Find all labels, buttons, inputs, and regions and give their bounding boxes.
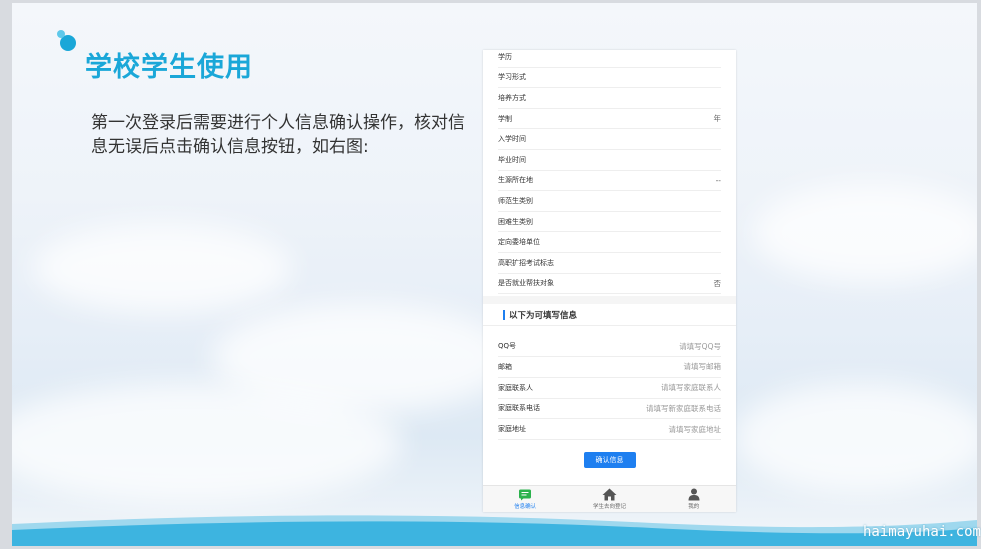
info-row: 高职扩招考试标志 [498,253,721,274]
field-label: 家庭联系人 [498,383,533,392]
info-value: 否 [713,278,722,288]
editable-row[interactable]: 家庭地址 请填写家庭地址 [498,419,722,441]
cloud [32,223,292,313]
info-value: -- [715,175,721,185]
tab-label: 学生去向登记 [592,504,626,510]
editable-row[interactable]: QQ号 请填写QQ号 [498,336,721,357]
decor-dot [57,30,65,38]
info-label: 是否就业帮扶对象 [498,279,554,288]
field-input[interactable]: 请填写新家庭联系电话 [646,403,721,414]
section-title: 以下为可填写信息 [509,310,578,321]
phone-screenshot: 学历学习形式培养方式学制 年入学时间毕业时间生源所在地 -- 师范生类别困难生类别定向… [483,50,736,512]
info-label: 培养方式 [498,93,526,102]
field-input[interactable]: 请填写QQ号 [679,341,721,352]
cloud [752,183,977,283]
field-input[interactable]: 请填写家庭联系人 [661,382,721,393]
info-label: 毕业时间 [498,155,526,164]
slide-title: 学校学生使用 [85,52,253,83]
info-row: 学制 年 [498,109,721,130]
info-label: 定向委培单位 [498,238,540,247]
editable-row[interactable]: 邮箱 请填写邮箱 [498,357,721,378]
info-label: 学习形式 [498,73,526,82]
bottom-tab-bar: 信息确认 学生去向登记 我的 [483,485,736,512]
field-input[interactable]: 请填写邮箱 [684,361,722,372]
tab-label: 我的 [688,504,700,510]
field-input[interactable]: 请填写家庭地址 [669,424,722,435]
info-row: 定向委培单位 [498,232,721,253]
cloud [732,383,977,493]
info-label: 高职扩招考试标志 [498,258,554,267]
info-row: 学习形式 [498,68,721,89]
field-label: QQ号 [498,342,517,351]
info-row: 毕业时间 [498,150,721,171]
info-label: 学历 [498,52,512,61]
field-label: 邮箱 [498,362,512,371]
tab-mine[interactable]: 我的 [654,488,734,510]
watermark-text: haimayuhai.com [862,524,981,540]
field-label: 家庭地址 [498,425,526,434]
info-label: 学制 [498,114,512,123]
slide-description: 第一次登录后需要进行个人信息确认操作，核对信息无误后点击确认信息按钮，如右图: [91,113,465,157]
info-row: 师范生类别 [498,191,721,212]
home-icon [602,488,617,501]
info-label: 生源所在地 [498,176,533,185]
tab-label: 信息确认 [514,503,537,510]
tab-destination-register[interactable]: 学生去向登记 [569,488,649,510]
editable-row[interactable]: 家庭联系电话 请填写新家庭联系电话 [498,399,721,420]
info-row: 是否就业帮扶对象 否 [498,274,721,295]
confirm-info-button[interactable]: 确认信息 [583,452,636,469]
info-row: 困难生类别 [498,212,721,233]
cloud [12,383,402,503]
user-icon [688,488,700,501]
info-row: 学历 [498,50,721,68]
info-row: 入学时间 [498,129,721,150]
info-label: 师范生类别 [498,196,533,205]
info-label: 入学时间 [498,135,526,144]
info-label: 困难生类别 [498,217,533,226]
section-header: 以下为可填写信息 [483,304,736,327]
info-row: 培养方式 [498,88,721,109]
info-value: 年 [713,114,722,124]
editable-row[interactable]: 家庭联系人 请填写家庭联系人 [498,378,721,399]
tab-info-confirm[interactable]: 信息确认 [485,489,565,510]
chat-icon [519,489,532,500]
field-label: 家庭联系电话 [498,404,540,413]
bottom-wave [12,515,977,546]
info-row: 生源所在地 -- [498,171,721,192]
